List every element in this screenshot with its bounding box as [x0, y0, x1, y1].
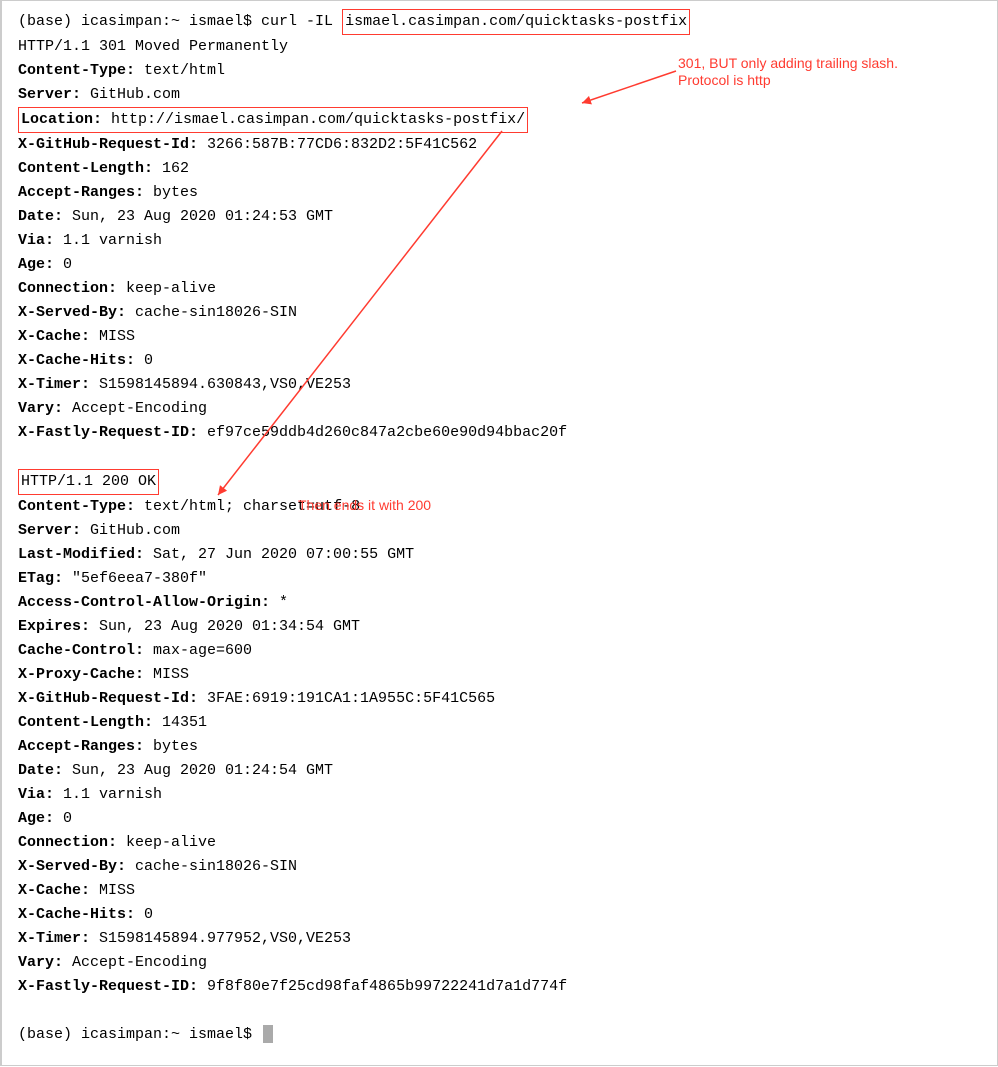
header-line: Via: 1.1 varnish — [18, 229, 985, 253]
header-line: Server: GitHub.com — [18, 519, 985, 543]
annotation-200: Then ends it with 200 — [298, 497, 431, 514]
status-200: HTTP/1.1 200 OK — [18, 469, 985, 495]
header-line: X-GitHub-Request-Id: 3FAE:6919:191CA1:1A… — [18, 687, 985, 711]
header-line: X-GitHub-Request-Id: 3266:587B:77CD6:832… — [18, 133, 985, 157]
annotation-301: 301, BUT only adding trailing slash.Prot… — [678, 55, 898, 89]
header-line: X-Timer: S1598145894.630843,VS0,VE253 — [18, 373, 985, 397]
terminal-output: (base) icasimpan:~ ismael$ curl -IL isma… — [18, 9, 985, 1047]
header-line: Connection: keep-alive — [18, 831, 985, 855]
boxed-url: ismael.casimpan.com/quicktasks-postfix — [342, 9, 690, 35]
header-line: Last-Modified: Sat, 27 Jun 2020 07:00:55… — [18, 543, 985, 567]
header-line: Via: 1.1 varnish — [18, 783, 985, 807]
header-line: Vary: Accept-Encoding — [18, 951, 985, 975]
header-line: Date: Sun, 23 Aug 2020 01:24:54 GMT — [18, 759, 985, 783]
header-line: X-Served-By: cache-sin18026-SIN — [18, 301, 985, 325]
header-line: X-Fastly-Request-ID: ef97ce59ddb4d260c84… — [18, 421, 985, 445]
boxed-200: HTTP/1.1 200 OK — [18, 469, 159, 495]
boxed-location: Location: http://ismael.casimpan.com/qui… — [18, 107, 528, 133]
prompt-line-2[interactable]: (base) icasimpan:~ ismael$ — [18, 1023, 985, 1047]
location-line: Location: http://ismael.casimpan.com/qui… — [18, 107, 985, 133]
header-line: X-Cache: MISS — [18, 879, 985, 903]
header-line: Accept-Ranges: bytes — [18, 181, 985, 205]
header-line: Access-Control-Allow-Origin: * — [18, 591, 985, 615]
header-line: Age: 0 — [18, 807, 985, 831]
header-line: Content-Length: 14351 — [18, 711, 985, 735]
header-line: Cache-Control: max-age=600 — [18, 639, 985, 663]
header-line: ETag: "5ef6eea7-380f" — [18, 567, 985, 591]
prompt-line-1: (base) icasimpan:~ ismael$ curl -IL isma… — [18, 9, 985, 35]
header-line: X-Cache-Hits: 0 — [18, 349, 985, 373]
header-line: X-Cache-Hits: 0 — [18, 903, 985, 927]
header-line: X-Fastly-Request-ID: 9f8f80e7f25cd98faf4… — [18, 975, 985, 999]
cursor — [263, 1025, 273, 1043]
header-line: X-Cache: MISS — [18, 325, 985, 349]
header-line: Content-Type: text/html; charset=utf-8 — [18, 495, 985, 519]
header-line: Content-Length: 162 — [18, 157, 985, 181]
header-line: Vary: Accept-Encoding — [18, 397, 985, 421]
header-line: Age: 0 — [18, 253, 985, 277]
header-line: Expires: Sun, 23 Aug 2020 01:34:54 GMT — [18, 615, 985, 639]
header-line: X-Served-By: cache-sin18026-SIN — [18, 855, 985, 879]
header-line: Date: Sun, 23 Aug 2020 01:24:53 GMT — [18, 205, 985, 229]
header-line: Accept-Ranges: bytes — [18, 735, 985, 759]
header-line: X-Timer: S1598145894.977952,VS0,VE253 — [18, 927, 985, 951]
header-line: X-Proxy-Cache: MISS — [18, 663, 985, 687]
header-line: Connection: keep-alive — [18, 277, 985, 301]
